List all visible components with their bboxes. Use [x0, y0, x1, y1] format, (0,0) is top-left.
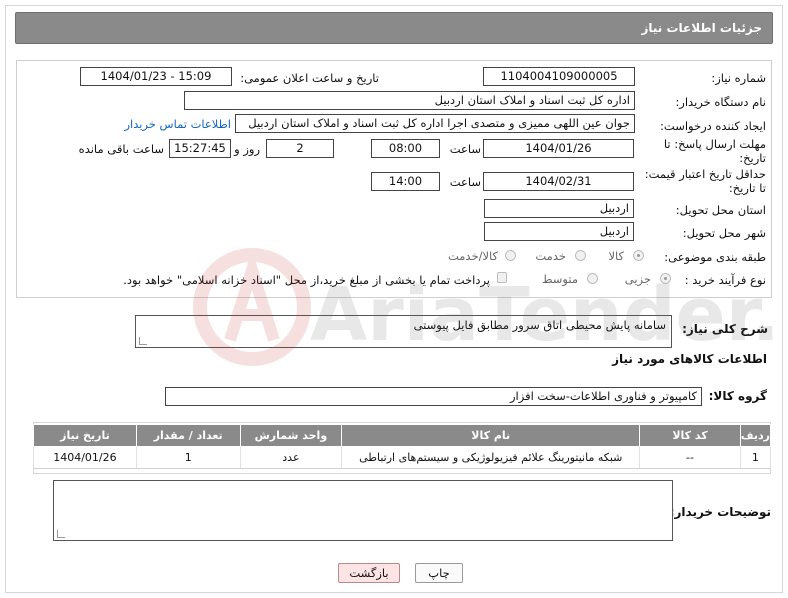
summary-text: سامانه پایش محیطی اتاق سرور مطابق فایل پ…	[413, 318, 666, 332]
cell-qty: 1	[135, 446, 241, 469]
treasury-note: پرداخت تمام یا بخشی از مبلغ خرید،از محل …	[123, 273, 490, 287]
category-goods-radio[interactable]	[633, 250, 644, 261]
announce-label: تاریخ و ساعت اعلان عمومی:	[240, 71, 379, 85]
city-label: شهر محل تحویل:	[682, 226, 766, 240]
col-unit: واحد شمارش	[239, 424, 343, 447]
buyer-notes-label: توضیحات خریدار:	[669, 505, 771, 519]
category-both-label: کالا/خدمت	[447, 249, 498, 263]
goods-section-title: اطلاعات کالاهای مورد نیاز	[612, 352, 767, 366]
process-medium-label: متوسط	[541, 272, 578, 286]
province-label: استان محل تحویل:	[675, 203, 766, 217]
table-row: 1 -- شبکه مانیتورینگ علائم فیزیولوژیکی و…	[33, 446, 772, 469]
buyer-org-field: اداره کل ثبت اسناد و املاک استان اردبیل	[184, 91, 635, 110]
contact-buyer-link[interactable]: اطلاعات تماس خریدار	[124, 117, 231, 131]
deadline-label: مهلت ارسال پاسخ: تا تاریخ:	[663, 137, 766, 165]
treasury-checkbox[interactable]	[497, 272, 507, 283]
validity-date-field: 1404/02/31	[483, 172, 634, 191]
goods-group-field: کامپیوتر و فناوری اطلاعات-سخت افزار	[165, 387, 702, 406]
col-code: کد کالا	[639, 424, 741, 447]
category-service-label: خدمت	[535, 249, 566, 263]
resize-grip-icon[interactable]	[139, 337, 147, 345]
deadline-time-label: ساعت	[449, 142, 481, 156]
print-button[interactable]: چاپ	[415, 563, 463, 583]
remaining-time-field: 15:27:45	[169, 139, 231, 158]
days-field: 2	[266, 139, 334, 158]
cell-unit: عدد	[239, 446, 343, 469]
validity-time-label: ساعت	[449, 175, 481, 189]
goods-table: ردیف کد کالا نام کالا واحد شمارش تعداد /…	[33, 424, 772, 469]
creator-field: جوان عین اللهی ممیزی و متصدی اجرا اداره …	[235, 114, 635, 133]
days-label: روز و	[234, 142, 260, 156]
col-date: تاریخ نیاز	[33, 424, 137, 447]
back-button[interactable]: بازگشت	[338, 563, 400, 583]
col-qty: تعداد / مقدار	[135, 424, 241, 447]
summary-label: شرح کلی نیاز:	[682, 322, 768, 336]
province-field: اردبیل	[484, 199, 634, 218]
category-goods-label: کالا	[608, 249, 624, 263]
page-title: جزئیات اطلاعات نیاز	[641, 21, 762, 35]
need-number-field: 1104004109000005	[483, 67, 635, 86]
process-partial-label: جزیی	[624, 272, 651, 286]
page-header: جزئیات اطلاعات نیاز	[15, 12, 773, 44]
category-both-radio[interactable]	[505, 250, 516, 261]
deadline-date-field: 1404/01/26	[483, 139, 634, 158]
cell-name: شبکه مانیتورینگ علائم فیزیولوژیکی و سیست…	[341, 446, 641, 469]
creator-label: ایجاد کننده درخواست:	[660, 119, 766, 133]
need-number-label: شماره نیاز:	[711, 71, 766, 85]
col-row: ردیف	[739, 424, 772, 447]
validity-label: حداقل تاریخ اعتبار قیمت: تا تاریخ:	[644, 167, 766, 195]
resize-grip-icon[interactable]	[57, 530, 65, 538]
announce-field: 1404/01/23 - 15:09	[80, 67, 232, 86]
cell-row: 1	[739, 446, 772, 469]
process-partial-radio[interactable]	[660, 273, 671, 284]
cell-code: --	[639, 446, 741, 469]
buyer-org-label: نام دستگاه خریدار:	[675, 95, 766, 109]
buyer-notes-textarea[interactable]	[53, 480, 673, 541]
validity-time-field: 14:00	[371, 172, 440, 191]
process-label: نوع فرآیند خرید :	[684, 273, 766, 287]
city-field: اردبیل	[484, 222, 634, 241]
process-medium-radio[interactable]	[587, 273, 598, 284]
col-name: نام کالا	[341, 424, 641, 447]
summary-textarea[interactable]: سامانه پایش محیطی اتاق سرور مطابق فایل پ…	[135, 315, 672, 348]
category-service-radio[interactable]	[575, 250, 586, 261]
deadline-time-field: 08:00	[371, 139, 440, 158]
remaining-label: ساعت باقی مانده	[78, 142, 164, 156]
category-label: طبقه بندی موضوعی:	[664, 250, 766, 264]
cell-date: 1404/01/26	[33, 446, 137, 469]
goods-group-label: گروه کالا:	[708, 389, 767, 403]
